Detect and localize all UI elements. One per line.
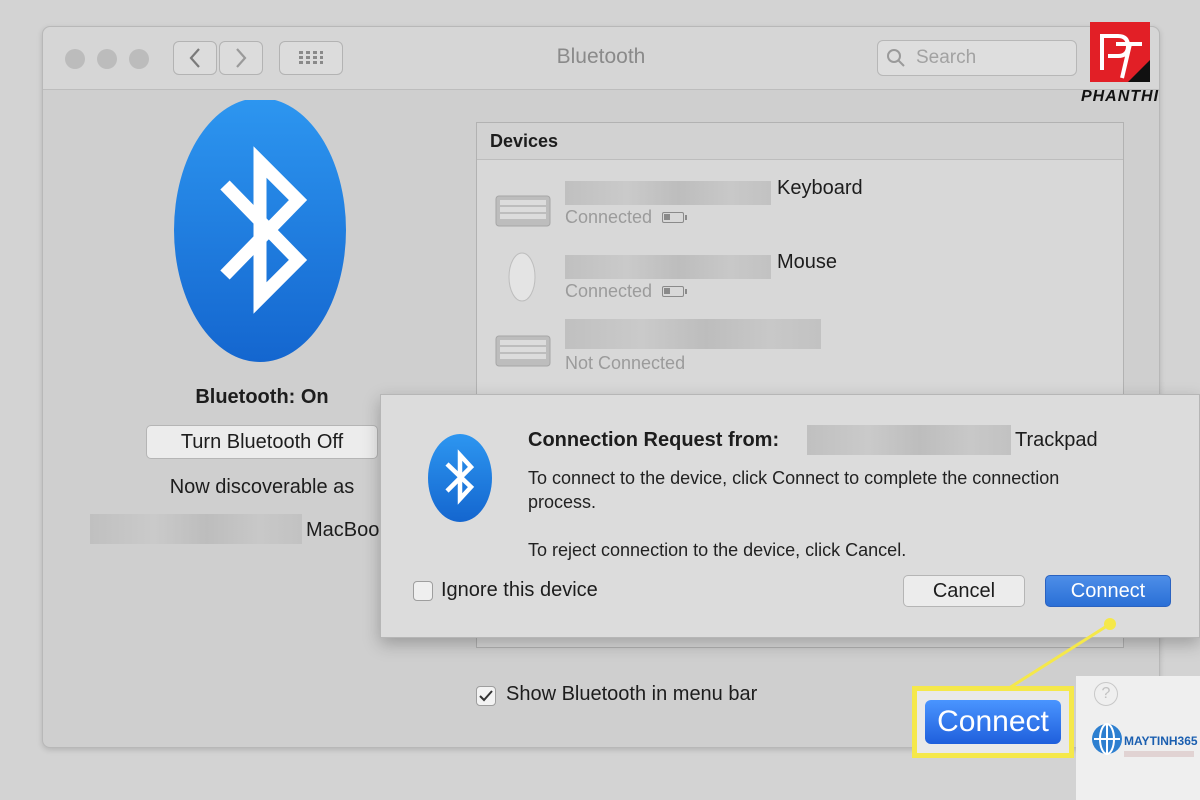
redacted-requesting-device-name	[807, 425, 1011, 455]
show-in-menu-bar-label: Show Bluetooth in menu bar	[506, 683, 758, 705]
device-status: Connected	[565, 207, 688, 228]
show-in-menu-bar-checkbox[interactable]	[476, 686, 496, 706]
bluetooth-status: Bluetooth: On	[195, 386, 329, 408]
mouse-icon	[508, 252, 536, 302]
discoverable-label: Now discoverable as	[169, 476, 355, 498]
search-field[interactable]	[877, 40, 1077, 76]
device-name: Mouse	[777, 251, 838, 273]
connect-callout-button[interactable]: Connect	[925, 700, 1061, 744]
connection-request-dialog: Connection Request from: Trackpad To con…	[380, 394, 1200, 638]
battery-icon	[662, 286, 688, 297]
cancel-button[interactable]: Cancel	[903, 575, 1025, 607]
keyboard-icon	[495, 335, 551, 367]
dialog-reject-instructions: To reject connection to the device, clic…	[528, 540, 907, 560]
requesting-device-name: Trackpad	[1015, 429, 1098, 451]
battery-icon	[662, 212, 688, 223]
search-input[interactable]	[914, 46, 1058, 70]
ignore-device-label: Ignore this device	[441, 579, 598, 601]
devices-header: Devices	[477, 123, 1123, 160]
ignore-device-checkbox[interactable]	[413, 581, 433, 601]
phanthi-logo-icon	[1090, 22, 1150, 82]
globe-logo-icon	[1092, 723, 1122, 755]
device-row[interactable]: Keyboard Connected	[477, 165, 1123, 235]
logo-tagline	[1124, 751, 1194, 757]
connect-callout-highlight: Connect	[912, 686, 1074, 758]
checkmark-icon	[479, 690, 493, 702]
title-bar: Bluetooth	[43, 27, 1159, 90]
bluetooth-icon	[428, 434, 492, 522]
help-icon[interactable]: ?	[1094, 682, 1118, 706]
device-name: Keyboard	[777, 177, 863, 199]
computer-name-suffix: MacBook	[306, 519, 384, 541]
device-row[interactable]: Mouse Connected	[477, 239, 1123, 309]
maytinh365-logo-text: MAYTINH365	[1124, 734, 1198, 748]
connect-button[interactable]: Connect	[1045, 575, 1171, 607]
redacted-computer-name	[90, 514, 302, 544]
redacted-device-name	[565, 319, 821, 349]
redacted-device-name	[565, 181, 771, 205]
maytinh365-logo: ? MAYTINH365	[1076, 676, 1200, 800]
device-status: Connected	[565, 281, 688, 302]
dialog-title: Connection Request from:	[528, 429, 780, 451]
device-status: Not Connected	[565, 353, 686, 373]
turn-bluetooth-off-button[interactable]: Turn Bluetooth Off	[146, 425, 378, 459]
keyboard-icon	[495, 195, 551, 227]
search-icon	[887, 49, 905, 67]
device-row[interactable]: Not Connected	[477, 313, 1123, 383]
phanthi-logo-text: PHANTHI	[1080, 88, 1160, 105]
dialog-connect-instructions: To connect to the device, click Connect …	[528, 468, 1060, 512]
bluetooth-large-icon	[174, 100, 346, 362]
redacted-device-name	[565, 255, 771, 279]
